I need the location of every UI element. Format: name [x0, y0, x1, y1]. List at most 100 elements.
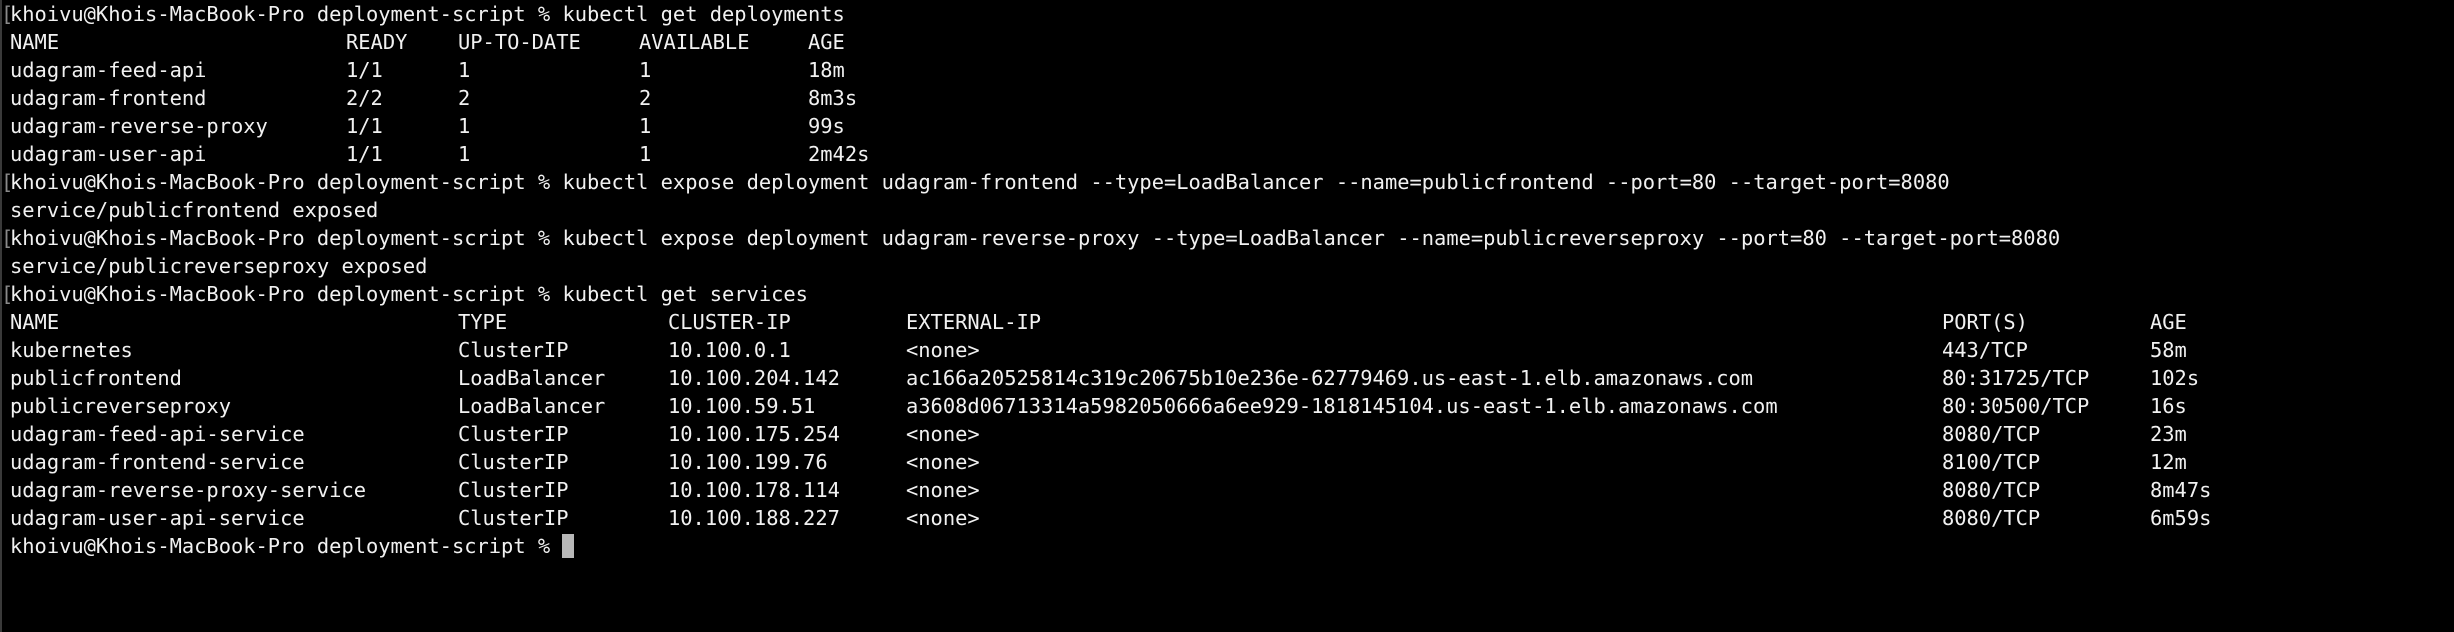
table-cell: 1 — [639, 114, 652, 138]
prompt: khoivu@Khois-MacBook-Pro deployment-scri… — [10, 282, 563, 306]
table-cell: 1 — [458, 58, 471, 82]
table-cell: LoadBalancer — [458, 366, 606, 390]
table-cell: ClusterIP — [458, 478, 569, 502]
table-cell: 8m47s — [2150, 478, 2212, 502]
column-header: TYPE — [458, 310, 508, 334]
table-cell: 2/2 — [346, 86, 383, 110]
table-cell: 10.100.204.142 — [668, 366, 840, 390]
service-row: publicfrontend LoadBalancer 10.100.204.142… — [10, 364, 2454, 392]
column-header: EXTERNAL-IP — [906, 310, 1042, 334]
table-cell: 1/1 — [346, 142, 383, 166]
window-left-border — [0, 0, 2, 632]
table-cell: 1/1 — [346, 114, 383, 138]
service-row: udagram-user-api-service ClusterIP 10.100.… — [10, 504, 2454, 532]
column-header: CLUSTER-IP — [668, 310, 791, 334]
table-cell: 1 — [639, 58, 652, 82]
table-cell: 10.100.175.254 — [668, 422, 840, 446]
table-cell: 8080/TCP — [1942, 506, 2041, 530]
column-header: AGE — [808, 30, 845, 54]
table-cell: ClusterIP — [458, 338, 569, 362]
table-cell: 12m — [2150, 450, 2187, 474]
prompt: khoivu@Khois-MacBook-Pro deployment-scri… — [10, 170, 563, 194]
command-text: kubectl get deployments — [562, 2, 845, 26]
command-text: kubectl get services — [562, 282, 808, 306]
prompt: khoivu@Khois-MacBook-Pro deployment-scri… — [10, 2, 563, 26]
command-line: [khoivu@Khois-MacBook-Pro deployment-scr… — [1, 224, 2454, 252]
command-line: [khoivu@Khois-MacBook-Pro deployment-scr… — [1, 168, 2454, 196]
column-header: UP-TO-DATE — [458, 30, 581, 54]
table-cell: 80:31725/TCP — [1942, 366, 2090, 390]
table-cell: udagram-frontend-service — [10, 450, 305, 474]
table-cell: 10.100.199.76 — [668, 450, 828, 474]
service-row: udagram-feed-api-service ClusterIP 10.100.… — [10, 420, 2454, 448]
table-cell: 8100/TCP — [1942, 450, 2041, 474]
table-cell: udagram-user-api-service — [10, 506, 305, 530]
table-cell: udagram-reverse-proxy-service — [10, 478, 367, 502]
table-cell: udagram-feed-api-service — [10, 422, 305, 446]
table-cell: 10.100.0.1 — [668, 338, 791, 362]
deployment-row: udagram-frontend 2/2 2 2 8m3s — [10, 84, 2454, 112]
table-cell: udagram-frontend — [10, 86, 207, 110]
table-cell: 8m3s — [808, 86, 858, 110]
table-cell: udagram-feed-api — [10, 58, 207, 82]
text-cursor[interactable] — [562, 534, 575, 558]
column-header: NAME — [10, 30, 60, 54]
service-row: udagram-frontend-service ClusterIP 10.100.… — [10, 448, 2454, 476]
table-cell: <none> — [906, 506, 980, 530]
command-line: [khoivu@Khois-MacBook-Pro deployment-scr… — [1, 0, 2454, 28]
table-header: NAME READY UP-TO-DATE AVAILABLE AGE — [10, 28, 2454, 56]
deployments-table: NAME READY UP-TO-DATE AVAILABLE AGE udagram-f… — [10, 28, 2454, 168]
command-output: service/publicfrontend exposed — [10, 198, 379, 222]
table-cell: 18m — [808, 58, 845, 82]
table-header: NAME TYPE CLUSTER-IP EXTERNAL-IP PORT(S) AGE — [10, 308, 2454, 336]
table-cell: 1 — [639, 142, 652, 166]
table-cell: LoadBalancer — [458, 394, 606, 418]
table-cell: 10.100.178.114 — [668, 478, 840, 502]
deployment-row: udagram-feed-api 1/1 1 1 18m — [10, 56, 2454, 84]
prompt-mark: [ — [1, 226, 14, 250]
table-cell: 8080/TCP — [1942, 422, 2041, 446]
table-cell: 2 — [639, 86, 652, 110]
table-cell: 16s — [2150, 394, 2187, 418]
prompt-mark: [ — [1, 170, 14, 194]
table-cell: 102s — [2150, 366, 2200, 390]
table-cell: <none> — [906, 450, 980, 474]
command-text: kubectl expose deployment udagram-fronte… — [562, 170, 1950, 194]
table-cell: ClusterIP — [458, 506, 569, 530]
prompt-mark: [ — [1, 2, 14, 26]
column-header: NAME — [10, 310, 60, 334]
table-cell: <none> — [906, 338, 980, 362]
table-cell: 80:30500/TCP — [1942, 394, 2090, 418]
command-line: [khoivu@Khois-MacBook-Pro deployment-scr… — [1, 280, 2454, 308]
table-cell: ClusterIP — [458, 422, 569, 446]
command-output: service/publicreverseproxy exposed — [10, 254, 428, 278]
table-cell: 1 — [458, 142, 471, 166]
command-text: kubectl expose deployment udagram-revers… — [562, 226, 2061, 250]
deployment-row: udagram-user-api 1/1 1 1 2m42s — [10, 140, 2454, 168]
services-table: NAME TYPE CLUSTER-IP EXTERNAL-IP PORT(S) AGE k… — [10, 308, 2454, 532]
table-cell: 99s — [808, 114, 845, 138]
prompt: khoivu@Khois-MacBook-Pro deployment-scri… — [10, 226, 563, 250]
table-cell: 443/TCP — [1942, 338, 2028, 362]
table-cell: publicreverseproxy — [10, 394, 231, 418]
service-row: udagram-reverse-proxy-service ClusterIP 10… — [10, 476, 2454, 504]
terminal-window[interactable]: [khoivu@Khois-MacBook-Pro deployment-scr… — [0, 0, 2454, 632]
table-cell: publicfrontend — [10, 366, 182, 390]
table-cell: 23m — [2150, 422, 2187, 446]
table-cell: <none> — [906, 422, 980, 446]
active-prompt-line[interactable]: khoivu@Khois-MacBook-Pro deployment-scri… — [10, 532, 2454, 560]
column-header: AVAILABLE — [639, 30, 750, 54]
column-header: AGE — [2150, 310, 2187, 334]
table-cell: a3608d06713314a5982050666a6ee929-1818145… — [906, 394, 1778, 418]
column-header: READY — [346, 30, 408, 54]
deployment-row: udagram-reverse-proxy 1/1 1 1 99s — [10, 112, 2454, 140]
table-cell: 10.100.59.51 — [668, 394, 816, 418]
table-cell: kubernetes — [10, 338, 133, 362]
table-cell: udagram-user-api — [10, 142, 207, 166]
service-row: publicreverseproxy LoadBalancer 10.100.59.… — [10, 392, 2454, 420]
table-cell: 1 — [458, 114, 471, 138]
prompt: khoivu@Khois-MacBook-Pro deployment-scri… — [10, 534, 563, 558]
table-cell: 8080/TCP — [1942, 478, 2041, 502]
service-row: kubernetes ClusterIP 10.100.0.1 <none> 443/T… — [10, 336, 2454, 364]
table-cell: <none> — [906, 478, 980, 502]
